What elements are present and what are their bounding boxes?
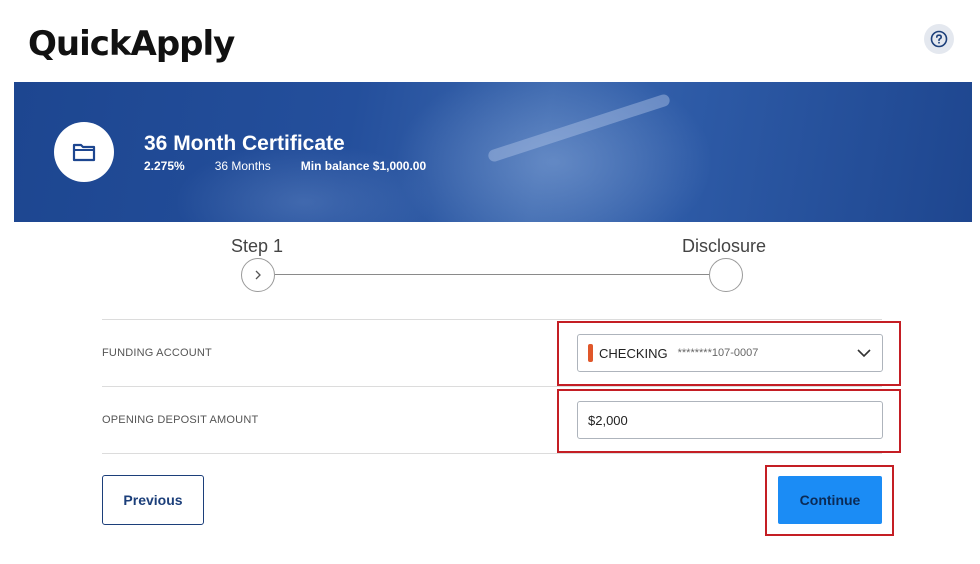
step-progress-line [275,274,709,275]
divider [102,319,882,320]
product-min-balance: Min balance $1,000.00 [300,159,427,173]
highlight-box-continue [765,465,894,536]
step-1-indicator [241,258,275,292]
chevron-right-icon [255,270,261,280]
folder-icon [72,143,96,162]
product-title: 36 Month Certificate [144,132,345,155]
app-logo: QuickApply [28,24,235,64]
step-disclosure-indicator [709,258,743,292]
opening-deposit-label: OPENING DEPOSIT AMOUNT [102,414,259,426]
highlight-box-funding-account [557,321,901,386]
help-button[interactable] [924,24,954,54]
divider [102,453,882,454]
step-1-label: Step 1 [231,236,284,256]
product-rate: 2.275% [144,159,185,173]
product-icon-circle [54,122,114,182]
product-details: 2.275% 36 Months Min balance $1,000.00 [144,159,426,173]
product-banner: 36 Month Certificate 2.275% 36 Months Mi… [14,82,972,222]
question-circle-icon [930,30,948,48]
highlight-box-opening-deposit [557,389,901,453]
product-term: 36 Months [214,159,271,173]
divider [102,386,882,387]
funding-account-label: FUNDING ACCOUNT [102,347,212,359]
step-disclosure-label: Disclosure [682,236,767,256]
previous-button[interactable]: Previous [102,475,204,525]
